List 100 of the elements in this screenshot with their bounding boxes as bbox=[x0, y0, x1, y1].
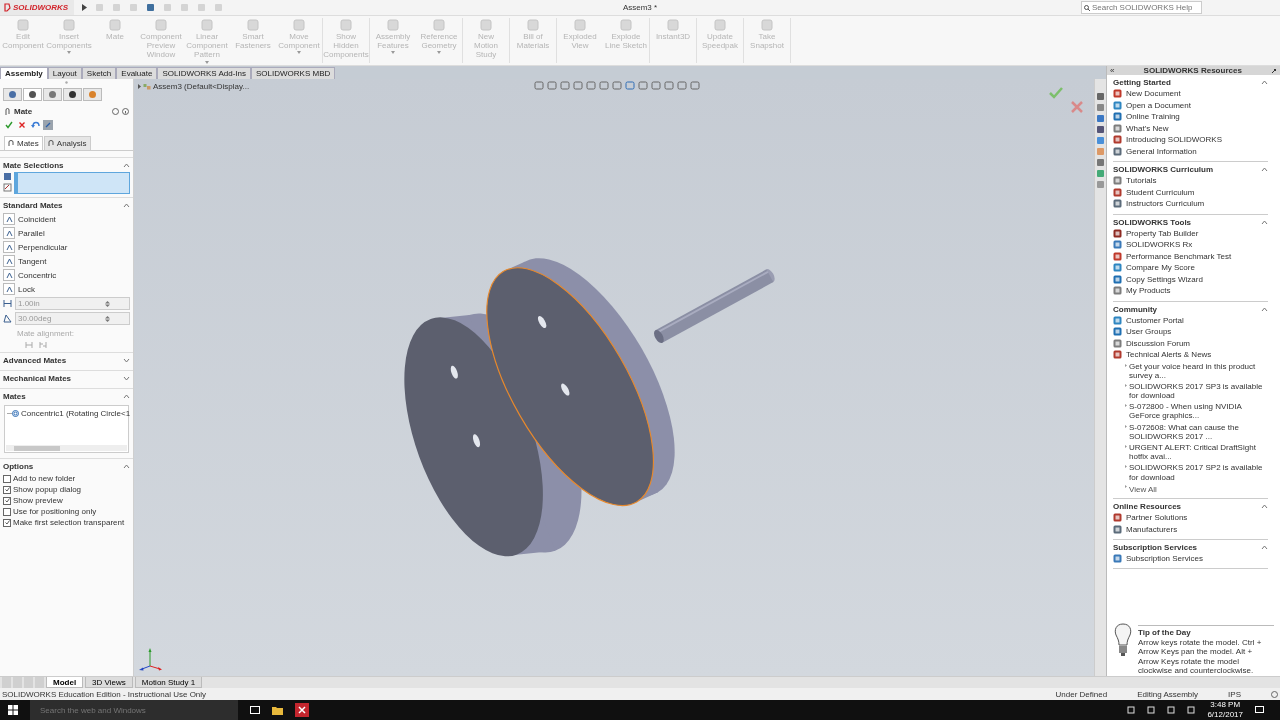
ribbon-tab[interactable]: SOLIDWORKS Add-Ins bbox=[157, 67, 252, 79]
resource-link[interactable]: Partner Solutions bbox=[1126, 513, 1188, 522]
cancel-button[interactable] bbox=[17, 120, 27, 130]
help-search-field[interactable]: Search SOLIDWORKS Help bbox=[1081, 1, 1202, 14]
checkbox[interactable] bbox=[3, 474, 11, 483]
info-icon[interactable] bbox=[122, 108, 129, 115]
mate-icon[interactable] bbox=[3, 269, 15, 281]
folder-icon[interactable] bbox=[272, 705, 283, 715]
notification-icon[interactable] bbox=[1255, 706, 1264, 714]
pushpin-button[interactable] bbox=[43, 120, 53, 130]
windows-logo-icon[interactable] bbox=[8, 705, 18, 715]
tray-icon[interactable] bbox=[1187, 706, 1196, 714]
mate-icon[interactable] bbox=[3, 227, 15, 239]
news-link[interactable]: URGENT ALERT: Critical DraftSight hotfix avai... bbox=[1129, 443, 1268, 462]
news-link[interactable]: S-072800 - When using NVIDIA GeForce graphics... bbox=[1129, 402, 1268, 421]
collapse-button[interactable]: « bbox=[1110, 66, 1115, 75]
mate-icon[interactable] bbox=[3, 283, 15, 295]
checkbox[interactable] bbox=[3, 507, 11, 516]
resource-link[interactable]: Manufacturers bbox=[1126, 524, 1178, 534]
mate-label[interactable]: Coincident bbox=[18, 214, 56, 224]
checkbox-label[interactable]: Make first selection transparent bbox=[13, 518, 125, 527]
ribbon-tab[interactable]: Evaluate bbox=[116, 67, 158, 79]
mate-label[interactable]: Parallel bbox=[18, 228, 45, 238]
ribbon-tab[interactable]: Layout bbox=[47, 67, 82, 79]
ok-button[interactable] bbox=[4, 120, 14, 130]
expand-arrow-icon[interactable] bbox=[138, 84, 141, 89]
ribbon-tab[interactable]: SOLIDWORKS MBD bbox=[251, 67, 336, 79]
mates-list[interactable]: Concentric1 (Rotating Circle<1 bbox=[4, 405, 129, 453]
spinner-icon[interactable] bbox=[105, 315, 110, 322]
scrollbar[interactable] bbox=[6, 445, 127, 451]
resource-link[interactable]: Instructors Curriculum bbox=[1126, 199, 1205, 209]
checkbox-label[interactable]: Add to new folder bbox=[13, 474, 76, 483]
resource-link[interactable]: Performance Benchmark Test bbox=[1126, 251, 1232, 261]
chevron-up-icon[interactable] bbox=[1261, 544, 1268, 550]
section-title[interactable]: Mechanical Mates bbox=[3, 374, 72, 383]
resource-link[interactable]: Student Curriculum bbox=[1126, 187, 1195, 197]
chevron-up-icon[interactable] bbox=[1261, 167, 1268, 172]
mate-icon[interactable] bbox=[3, 213, 15, 225]
mate-label[interactable]: Concentric bbox=[18, 270, 57, 280]
manager-tab[interactable] bbox=[63, 88, 82, 101]
checkbox-label[interactable]: Show popup dialog bbox=[13, 485, 82, 494]
checkbox[interactable] bbox=[3, 496, 11, 505]
news-link[interactable]: Get your voice heard in this product survey a... bbox=[1129, 361, 1268, 380]
news-link[interactable]: SOLIDWORKS 2017 SP3 is available for download bbox=[1129, 381, 1268, 401]
resource-link[interactable]: Introducing SOLIDWORKS bbox=[1126, 135, 1223, 145]
news-link[interactable]: S-072608: What can cause the SOLIDWORKS 2017 ... bbox=[1129, 422, 1268, 441]
resource-link[interactable]: User Groups bbox=[1126, 327, 1172, 337]
expand-arrow-icon[interactable] bbox=[82, 4, 88, 11]
resource-link[interactable]: Customer Portal bbox=[1126, 315, 1184, 325]
chevron-down-icon[interactable] bbox=[123, 376, 130, 381]
resource-link[interactable]: Discussion Forum bbox=[1126, 338, 1190, 348]
pin-drawing[interactable] bbox=[654, 269, 775, 344]
ribbon-tab[interactable]: Sketch bbox=[81, 67, 117, 79]
mate-item[interactable]: Concentric1 (Rotating Circle<1 bbox=[21, 409, 131, 418]
chevron-up-icon[interactable] bbox=[1261, 80, 1268, 85]
mate-label[interactable]: Tangent bbox=[18, 256, 47, 266]
check-icon[interactable] bbox=[1049, 87, 1063, 99]
news-link[interactable]: SOLIDWORKS 2017 SP2 is available for download bbox=[1129, 463, 1268, 482]
mate-icon[interactable] bbox=[3, 255, 15, 267]
task-view-icon[interactable] bbox=[250, 706, 260, 714]
checkbox[interactable] bbox=[3, 518, 11, 527]
undo-button[interactable] bbox=[30, 120, 40, 130]
taskbar-clock[interactable]: 3:48 PM 6/12/2017 bbox=[1207, 700, 1243, 720]
spinner-icon[interactable] bbox=[105, 300, 110, 307]
checkbox-label[interactable]: Show preview bbox=[13, 496, 63, 505]
mate-icon[interactable] bbox=[3, 241, 15, 253]
mate-label[interactable]: Lock bbox=[18, 284, 35, 294]
resource-link[interactable]: What's New bbox=[1126, 123, 1169, 133]
chevron-down-icon[interactable] bbox=[123, 358, 130, 363]
tray-icon[interactable] bbox=[1147, 706, 1156, 714]
selection-icon[interactable] bbox=[3, 183, 12, 192]
chevron-up-icon[interactable] bbox=[123, 464, 130, 469]
resource-link[interactable]: Online Training bbox=[1126, 112, 1180, 122]
tray-icon[interactable] bbox=[1167, 706, 1176, 714]
resource-link[interactable]: Technical Alerts & News bbox=[1126, 350, 1212, 360]
tree-item[interactable]: Assem3 (Default<Display... bbox=[153, 82, 250, 91]
chevron-up-icon[interactable] bbox=[1261, 503, 1268, 509]
resource-link[interactable]: New Document bbox=[1126, 89, 1181, 99]
chevron-up-icon[interactable] bbox=[123, 394, 130, 399]
resource-link[interactable]: Subscription Services bbox=[1126, 554, 1203, 563]
resource-link[interactable]: Open a Document bbox=[1126, 100, 1191, 110]
mate-label[interactable]: Perpendicular bbox=[18, 242, 68, 252]
resource-link[interactable]: Copy Settings Wizard bbox=[1126, 274, 1203, 284]
status-icon[interactable] bbox=[1271, 690, 1278, 698]
chevron-up-icon[interactable] bbox=[123, 203, 130, 208]
resource-link[interactable]: Compare My Score bbox=[1126, 263, 1195, 273]
swap-icon[interactable] bbox=[3, 172, 12, 181]
pin-icon[interactable] bbox=[1271, 67, 1277, 74]
disk-drawing[interactable] bbox=[486, 258, 675, 507]
resource-link[interactable]: Property Tab Builder bbox=[1126, 228, 1199, 238]
checkbox[interactable] bbox=[3, 485, 11, 494]
tray-icon[interactable] bbox=[1127, 706, 1136, 714]
ribbon-tab[interactable]: Assembly bbox=[0, 67, 48, 79]
help-icon[interactable] bbox=[112, 108, 119, 115]
chevron-up-icon[interactable] bbox=[123, 163, 130, 168]
view-all-link[interactable]: View All bbox=[1129, 484, 1157, 494]
resource-link[interactable]: Tutorials bbox=[1126, 176, 1157, 186]
section-title[interactable]: Advanced Mates bbox=[3, 356, 67, 365]
chevron-up-icon[interactable] bbox=[1261, 306, 1268, 312]
resource-link[interactable]: SOLIDWORKS Rx bbox=[1126, 240, 1193, 250]
